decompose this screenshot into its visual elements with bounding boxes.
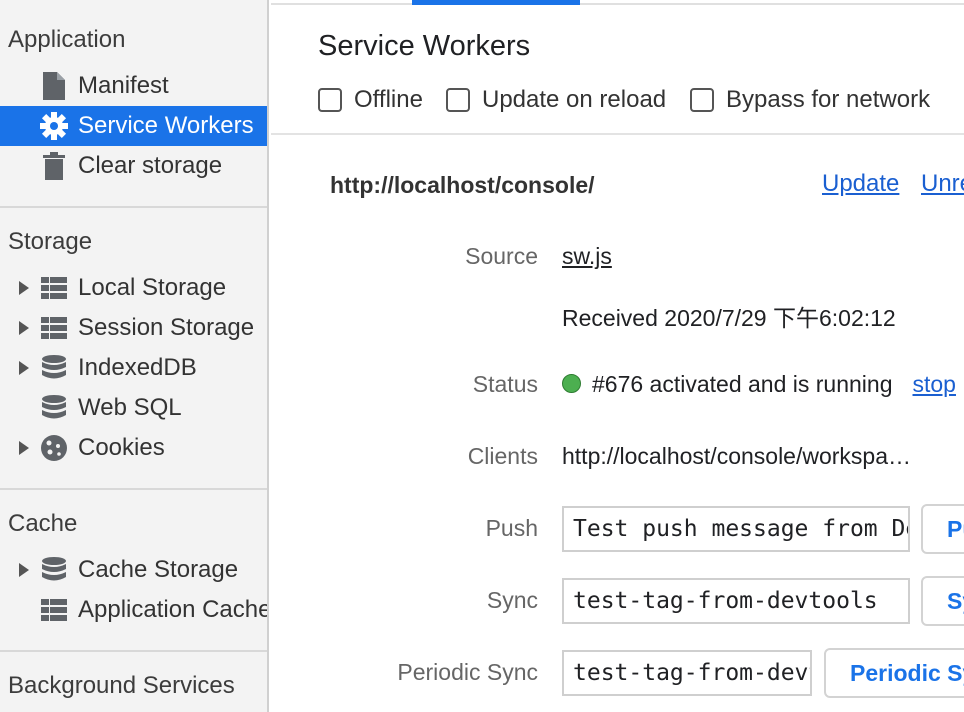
expand-arrow-icon[interactable] <box>19 321 29 335</box>
status-label: Status <box>472 371 538 397</box>
sidebar-divider <box>0 488 267 490</box>
checkbox-box[interactable] <box>690 88 714 112</box>
source-link[interactable]: sw.js <box>562 243 612 270</box>
sync-label: Sync <box>486 587 538 613</box>
database-icon <box>40 394 68 422</box>
active-tab-indicator <box>412 0 580 5</box>
sidebar-divider <box>0 650 267 652</box>
sidebar: Application Manifest Service Workers Cle… <box>0 0 269 712</box>
push-label: Push <box>485 515 538 541</box>
sidebar-item-label: Cookies <box>78 434 165 461</box>
sidebar-item-label: Manifest <box>78 72 169 99</box>
sidebar-item-session-storage[interactable]: Session Storage <box>0 308 267 348</box>
source-label: Source <box>465 243 538 269</box>
database-icon <box>40 354 68 382</box>
toolbar-divider <box>271 133 964 135</box>
offline-checkbox[interactable]: Offline <box>318 86 423 114</box>
database-icon <box>40 556 68 584</box>
sidebar-item-label: Local Storage <box>78 274 227 301</box>
checkbox-label: Bypass for network <box>726 86 931 113</box>
sidebar-item-cache-storage[interactable]: Cache Storage <box>0 550 267 590</box>
clients-value: http://localhost/console/workspa… <box>562 443 912 469</box>
periodic-sync-label: Periodic Sync <box>397 659 538 685</box>
sync-tag-input[interactable]: test-tag-from-devtools <box>562 578 910 624</box>
worker-scope: http://localhost/console/ <box>330 172 595 198</box>
sidebar-item-label: Service Workers <box>78 112 254 139</box>
grid-icon <box>40 596 68 624</box>
tab-strip-border <box>271 3 964 5</box>
sidebar-item-cookies[interactable]: Cookies <box>0 428 267 468</box>
sidebar-item-label: Clear storage <box>78 152 223 179</box>
section-title-background-services: Background Services <box>8 672 235 699</box>
sidebar-item-label: IndexedDB <box>78 354 197 381</box>
periodic-sync-button[interactable]: Periodic Sync <box>824 648 964 698</box>
grid-icon <box>40 274 68 302</box>
checkbox-label: Update on reload <box>482 86 667 113</box>
sidebar-item-indexeddb[interactable]: IndexedDB <box>0 348 267 388</box>
bypass-for-network-checkbox[interactable]: Bypass for network <box>690 86 930 114</box>
expand-arrow-icon[interactable] <box>19 281 29 295</box>
expand-arrow-icon[interactable] <box>19 563 29 577</box>
unregister-link[interactable]: Unregister <box>921 170 964 198</box>
sidebar-item-local-storage[interactable]: Local Storage <box>0 268 267 308</box>
expand-arrow-icon[interactable] <box>19 361 29 375</box>
trash-icon <box>40 152 68 180</box>
sidebar-item-label: Cache Storage <box>78 556 239 583</box>
sidebar-item-label: Session Storage <box>78 314 255 341</box>
push-message-input[interactable]: Test push message from DevTools. <box>562 506 910 552</box>
main-panel: Service Workers Offline Update on reload… <box>271 0 964 712</box>
update-link[interactable]: Update <box>822 170 899 198</box>
checkbox-label: Offline <box>354 86 423 113</box>
section-title-cache: Cache <box>8 510 78 537</box>
status-value-row: #676 activated and is running stop <box>562 371 956 398</box>
sidebar-item-label: Application Cache <box>78 596 269 623</box>
sync-button[interactable]: Sync <box>921 576 964 626</box>
clients-label: Clients <box>467 443 538 469</box>
checkbox-box[interactable] <box>446 88 470 112</box>
sidebar-item-application-cache[interactable]: Application Cache <box>0 590 269 630</box>
sidebar-item-manifest[interactable]: Manifest <box>0 66 267 106</box>
sidebar-item-clear-storage[interactable]: Clear storage <box>0 146 267 186</box>
file-icon <box>40 72 68 100</box>
checkbox-box[interactable] <box>318 88 342 112</box>
section-title-storage: Storage <box>8 228 93 255</box>
section-title-application: Application <box>8 26 126 53</box>
cookie-icon <box>40 434 68 462</box>
status-value: #676 activated and is running <box>592 371 893 397</box>
gear-icon <box>40 112 68 140</box>
received-time: Received 2020/7/29 下午6:02:12 <box>562 305 896 331</box>
sidebar-item-service-workers[interactable]: Service Workers <box>0 106 267 146</box>
push-button[interactable]: Push <box>921 504 964 554</box>
periodic-sync-tag-input[interactable]: test-tag-from-devtools <box>562 650 812 696</box>
grid-icon <box>40 314 68 342</box>
sidebar-item-web-sql[interactable]: Web SQL <box>0 388 267 428</box>
stop-link[interactable]: stop <box>913 371 956 397</box>
status-running-dot <box>562 374 581 394</box>
expand-arrow-icon[interactable] <box>19 441 29 455</box>
sidebar-item-label: Web SQL <box>78 394 182 421</box>
sidebar-divider <box>0 206 267 208</box>
update-on-reload-checkbox[interactable]: Update on reload <box>446 86 666 114</box>
page-title: Service Workers <box>318 30 531 62</box>
